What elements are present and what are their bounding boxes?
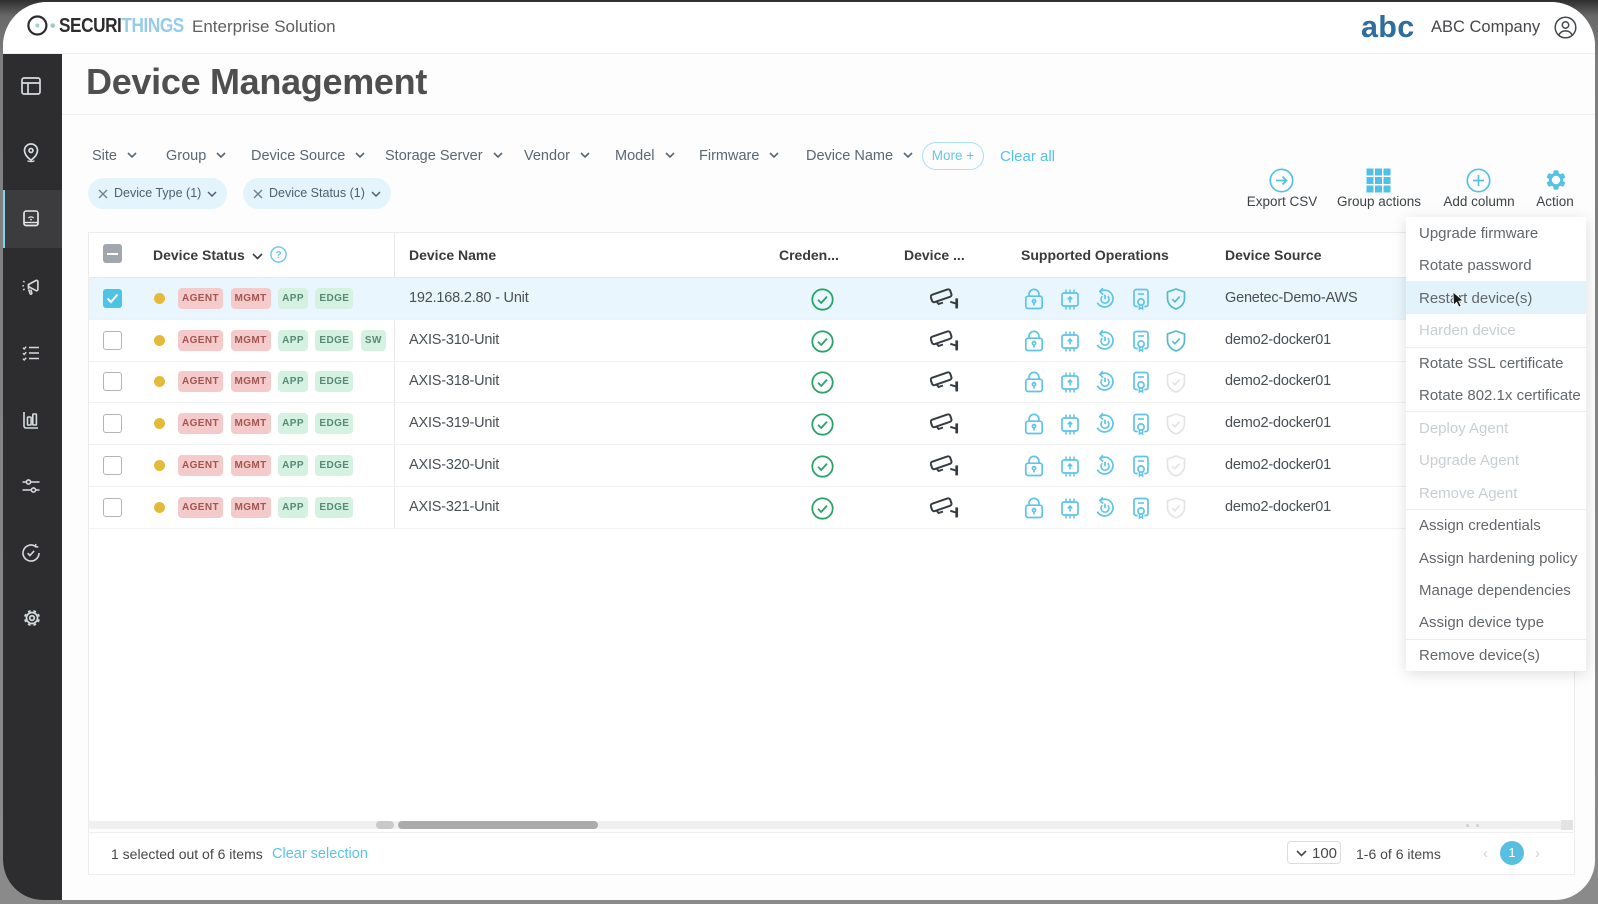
svg-text:?: ? [275, 250, 281, 261]
